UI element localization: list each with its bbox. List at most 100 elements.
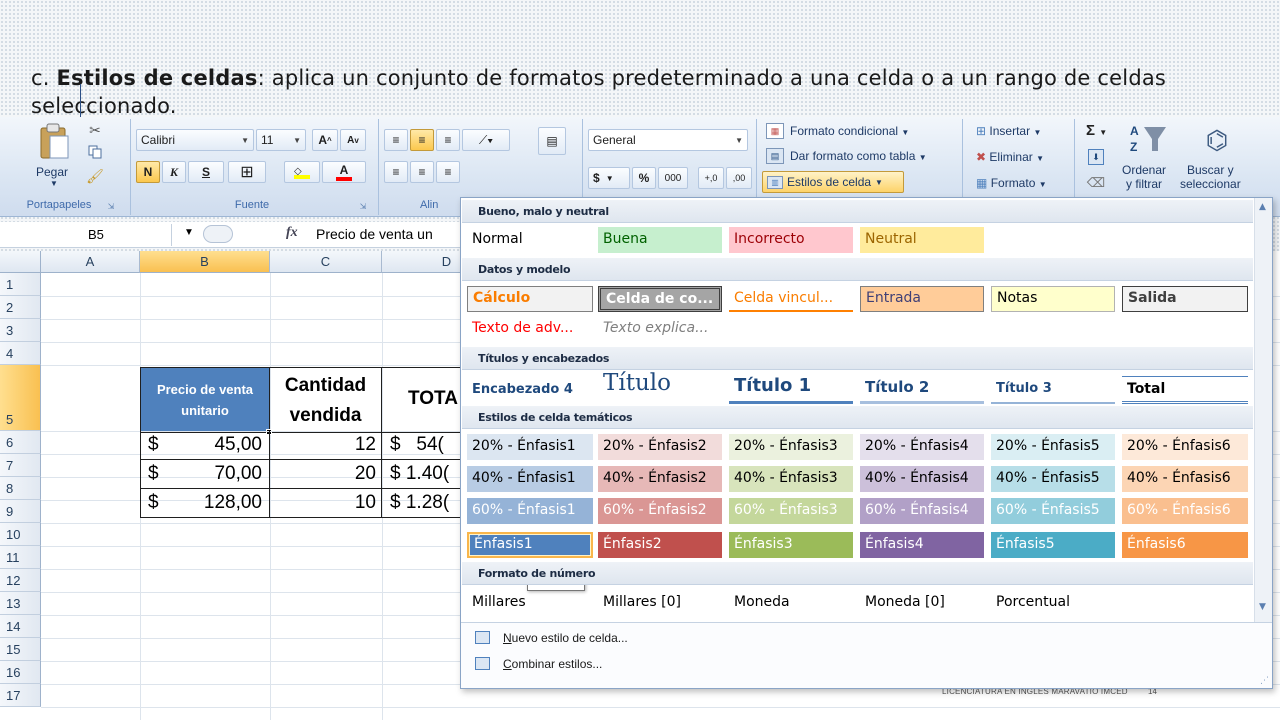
row-header[interactable]: 17 [0,684,41,707]
row-header[interactable]: 1 [0,273,41,296]
merge-styles-menu-item[interactable]: Combinar estilos... [503,657,602,671]
row-header[interactable]: 13 [0,592,41,615]
scroll-down-icon[interactable]: ▼ [1259,602,1266,612]
row-header[interactable]: 14 [0,615,41,638]
cell-styles-button[interactable]: ▥ Estilos de celda ▼ [762,171,904,193]
cell-currency-sign[interactable]: $ [148,431,168,460]
find-select-button[interactable]: Buscar y seleccionar [1180,163,1241,191]
bold-button[interactable]: N [136,161,160,183]
style-accent60-6[interactable]: 60% - Énfasis6 [1122,498,1248,524]
cell-c5-header[interactable]: Cantidad vendida [270,367,382,433]
style-accent40-6[interactable]: 40% - Énfasis6 [1122,466,1248,492]
style-normal[interactable]: Normal [467,227,593,253]
align-right-button[interactable]: ≡ [436,161,460,183]
font-size-select[interactable]: 11 ▼ [256,129,306,151]
number-format-select[interactable]: General ▼ [588,129,748,151]
align-center-button[interactable]: ≡ [410,161,434,183]
cell-currency-sign[interactable]: $ [148,489,168,518]
format-as-table-button[interactable]: Dar formato como tabla ▼ [790,149,927,163]
style-notas[interactable]: Notas [991,286,1115,312]
underline-button[interactable]: S [188,161,224,183]
style-accent60-1[interactable]: 60% - Énfasis1 [467,498,593,524]
cell-currency-sign[interactable]: $ [148,460,168,489]
formula-content[interactable]: Precio de venta un [316,226,433,242]
style-accent-1[interactable]: Énfasis1 [467,532,593,558]
row-header[interactable]: 12 [0,569,41,592]
select-all-corner[interactable] [0,251,41,273]
borders-button[interactable]: ⊞ [228,161,266,183]
resize-grip-icon[interactable]: ⋰ [1260,676,1269,686]
style-texto-explicativo[interactable]: Texto explica... [598,316,722,342]
align-bottom-button[interactable]: ≡ [436,129,460,151]
paste-icon[interactable] [34,121,74,161]
align-middle-button[interactable]: ≡ [410,129,434,151]
sort-filter-button[interactable]: Ordenar y filtrar [1122,163,1166,191]
style-accent20-3[interactable]: 20% - Énfasis3 [729,434,853,460]
row-header[interactable]: 9 [0,500,41,523]
row-header[interactable]: 10 [0,523,41,546]
style-millares-0[interactable]: Millares [0] [598,590,722,616]
fill-color-button[interactable]: ◇ [284,161,320,183]
cell-total[interactable]: $ 1.40( [390,460,462,489]
row-header[interactable]: 6 [0,431,41,454]
row-header[interactable]: 5 [0,365,41,431]
style-calculo[interactable]: Cálculo [467,286,593,312]
row-header[interactable]: 7 [0,454,41,477]
style-porcentual[interactable]: Porcentual [991,590,1115,616]
style-titulo-2[interactable]: Título 2 [860,374,984,404]
column-header-b[interactable]: B [140,251,270,273]
name-box[interactable]: B5 [0,224,172,246]
style-accent40-4[interactable]: 40% - Énfasis4 [860,466,984,492]
cell-d5-header[interactable]: TOTA [382,367,462,433]
style-accent-5[interactable]: Énfasis5 [991,532,1115,558]
shrink-font-button[interactable]: Av [340,129,366,151]
row-header[interactable]: 2 [0,296,41,319]
style-entrada[interactable]: Entrada [860,286,984,312]
style-texto-advertencia[interactable]: Texto de adv... [467,316,593,342]
style-titulo-3[interactable]: Título 3 [991,376,1115,404]
style-accent40-2[interactable]: 40% - Énfasis2 [598,466,722,492]
currency-button[interactable]: $ ▼ [588,167,630,189]
style-salida[interactable]: Salida [1122,286,1248,312]
style-buena[interactable]: Buena [598,227,722,253]
style-accent60-2[interactable]: 60% - Énfasis2 [598,498,722,524]
style-encabezado-4[interactable]: Encabezado 4 [467,375,593,405]
conditional-format-button[interactable]: Formato condicional ▼ [790,124,909,138]
style-accent20-5[interactable]: 20% - Énfasis5 [991,434,1115,460]
row-header[interactable]: 15 [0,638,41,661]
style-accent20-1[interactable]: 20% - Énfasis1 [467,434,593,460]
orientation-button[interactable]: ⟋▾ [462,129,510,151]
style-accent20-4[interactable]: 20% - Énfasis4 [860,434,984,460]
row-header[interactable]: 3 [0,319,41,342]
row-header[interactable]: 4 [0,342,41,365]
style-moneda-0[interactable]: Moneda [0] [860,590,984,616]
style-total[interactable]: Total [1122,376,1248,404]
autosum-button[interactable]: Σ ▼ [1086,122,1107,139]
grow-font-button[interactable]: A ^ [312,129,338,151]
row-header[interactable]: 16 [0,661,41,684]
paste-chevron-icon[interactable]: ▼ [50,179,58,188]
gallery-scrollbar[interactable]: ▲ ▼ [1254,198,1272,622]
clear-icon[interactable]: ⌫ [1086,175,1106,191]
paste-button[interactable]: Pegar [36,165,68,179]
style-accent-4[interactable]: Énfasis4 [860,532,984,558]
style-incorrecto[interactable]: Incorrecto [729,227,853,253]
style-accent-3[interactable]: Énfasis3 [729,532,853,558]
format-button[interactable]: ▦ Formato ▼ [976,176,1047,190]
clipboard-launcher-icon[interactable]: ⇲ [106,201,116,211]
style-accent20-6[interactable]: 20% - Énfasis6 [1122,434,1248,460]
scroll-up-icon[interactable]: ▲ [1259,202,1266,212]
column-header-c[interactable]: C [270,251,382,273]
insert-button[interactable]: ⊞ Insertar ▼ [976,124,1041,138]
cell-price[interactable]: 45,00 [170,431,262,460]
cell-b5-header[interactable]: Precio de venta unitario [140,367,270,433]
cell-price[interactable]: 128,00 [170,489,262,518]
style-accent40-3[interactable]: 40% - Énfasis3 [729,466,853,492]
style-accent20-2[interactable]: 20% - Énfasis2 [598,434,722,460]
font-name-select[interactable]: Calibri ▼ [136,129,254,151]
new-cell-style-menu-item[interactable]: Nuevo estilo de celda... [503,631,628,645]
copy-icon[interactable] [86,143,104,161]
cell-quantity[interactable]: 10 [274,489,376,518]
cell-price[interactable]: 70,00 [170,460,262,489]
column-header-a[interactable]: A [41,251,140,273]
